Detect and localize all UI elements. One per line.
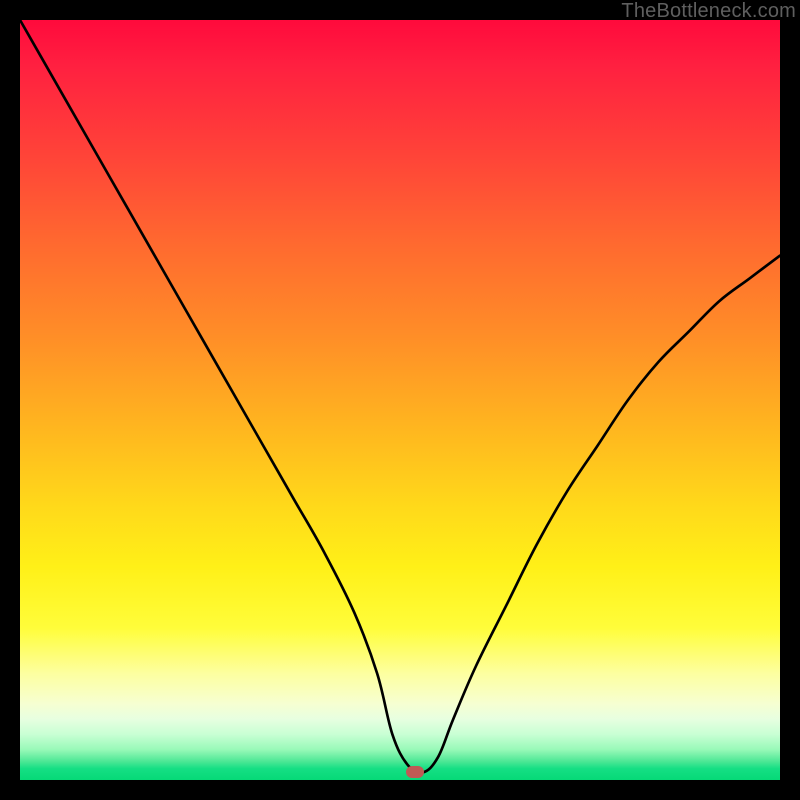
bottleneck-curve (20, 20, 780, 773)
curve-svg (20, 20, 780, 780)
minimum-marker-dot (406, 766, 424, 778)
chart-stage: TheBottleneck.com (0, 0, 800, 800)
plot-frame (20, 20, 780, 780)
